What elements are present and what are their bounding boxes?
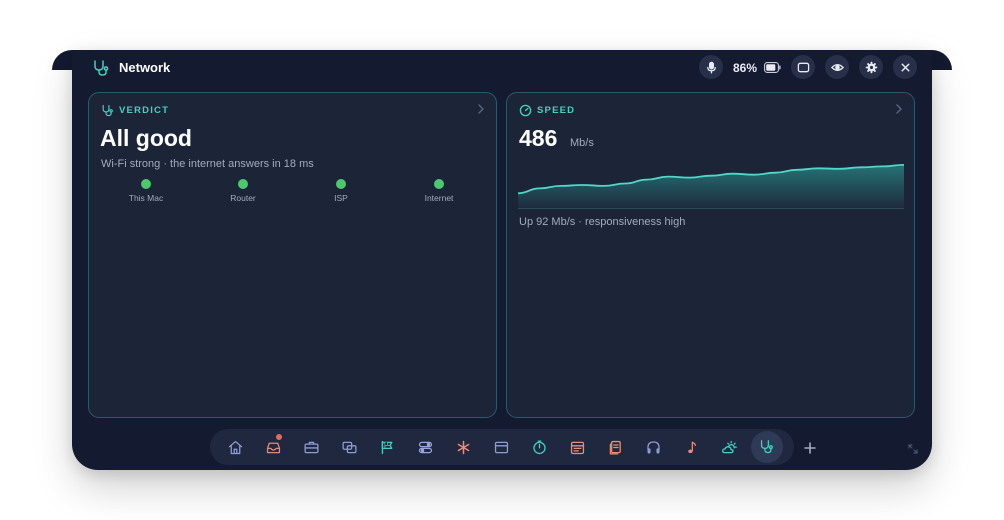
status-dot: [434, 179, 444, 189]
hop-isp: ISP: [311, 179, 371, 203]
hop-this-mac: This Mac: [116, 179, 176, 203]
plus-icon: [804, 442, 816, 454]
gear-icon: [865, 61, 877, 73]
eye-icon: [830, 63, 844, 71]
weather-icon: [721, 440, 737, 453]
notification-badge: [276, 434, 282, 440]
speed-chart: [518, 164, 904, 209]
verdict-header: VERDICT: [101, 104, 169, 117]
dock-item-stethoscope[interactable]: [751, 431, 783, 463]
hop-label: This Mac: [128, 193, 164, 203]
app-title: Network: [119, 60, 171, 75]
dock: [210, 429, 794, 465]
dock-item-weather[interactable]: [713, 431, 745, 463]
window-corner-left: [52, 50, 72, 70]
headphones-icon: [646, 440, 660, 453]
window-list-icon: [494, 441, 508, 453]
inbox-icon: [266, 442, 280, 453]
dock-item-windows[interactable]: [333, 431, 365, 463]
documents-icon: [609, 440, 621, 455]
dock-item-window-list[interactable]: [485, 431, 517, 463]
timer-icon: [532, 439, 546, 454]
settings-button[interactable]: [859, 55, 883, 79]
hop-router: Router: [213, 179, 273, 203]
network-window: Network 86% VERDICT All good Wi-Fi stron…: [72, 50, 932, 470]
dock-item-timer[interactable]: [523, 431, 555, 463]
window-icon: [797, 62, 809, 72]
dock-item-asterisk[interactable]: [447, 431, 479, 463]
stethoscope-icon: [760, 439, 773, 453]
hop-label: ISP: [334, 193, 348, 203]
stethoscope-icon: [94, 60, 109, 76]
dock-item-music-note[interactable]: [675, 431, 707, 463]
close-button[interactable]: [893, 55, 917, 79]
speed-header: SPEED: [519, 104, 575, 117]
battery-percentage: 86%: [733, 61, 758, 75]
status-dot: [238, 179, 248, 189]
briefcase-icon: [303, 441, 319, 453]
status-dot: [141, 179, 151, 189]
verdict-label: VERDICT: [119, 105, 170, 116]
windows-icon: [341, 441, 357, 453]
close-icon: [901, 63, 909, 71]
speed-unit: Mb/s: [570, 137, 594, 149]
window-corner-right: [932, 50, 952, 70]
battery-icon: [764, 62, 781, 73]
microphone-button[interactable]: [699, 55, 723, 79]
battery-fill: [766, 64, 776, 71]
dock-item-headphones[interactable]: [637, 431, 669, 463]
speed-value: 486: [519, 125, 558, 151]
resize-icon[interactable]: [908, 444, 918, 454]
chevron-right-icon[interactable]: [476, 103, 486, 115]
dock-item-flag[interactable]: [371, 431, 403, 463]
calendar-icon: [570, 441, 584, 454]
add-button[interactable]: [801, 439, 819, 457]
speedometer-icon: [519, 104, 532, 117]
dock-item-briefcase[interactable]: [295, 431, 327, 463]
verdict-card[interactable]: VERDICT All good Wi-Fi strong · the inte…: [88, 92, 497, 418]
window-mode-button[interactable]: [791, 55, 815, 79]
flag-icon: [381, 440, 392, 454]
visibility-button[interactable]: [825, 55, 849, 79]
status-dot: [336, 179, 346, 189]
toggles-icon: [418, 441, 432, 453]
dock-item-toggles[interactable]: [409, 431, 441, 463]
dock-item-inbox[interactable]: [257, 431, 289, 463]
titlebar: Network 86%: [72, 50, 932, 86]
music-note-icon: [687, 441, 696, 453]
stethoscope-icon: [102, 104, 113, 117]
speed-card[interactable]: SPEED 486 Mb/s Up 92 Mb/s · responsivene…: [506, 92, 915, 418]
hop-internet: Internet: [409, 179, 469, 203]
hop-label: Internet: [424, 193, 454, 203]
speed-subtitle: Up 92 Mb/s · responsiveness high: [519, 216, 686, 228]
verdict-subtitle: Wi-Fi strong · the internet answers in 1…: [101, 158, 314, 170]
verdict-title: All good: [100, 125, 192, 151]
speed-area: [518, 164, 904, 208]
microphone-icon: [706, 61, 716, 74]
hop-label: Router: [230, 193, 256, 203]
dock-item-calendar[interactable]: [561, 431, 593, 463]
chevron-right-icon[interactable]: [894, 103, 904, 115]
home-icon: [228, 440, 242, 454]
asterisk-icon: [457, 440, 469, 454]
dock-item-home[interactable]: [219, 431, 251, 463]
speed-label: SPEED: [537, 105, 576, 116]
dock-item-documents[interactable]: [599, 431, 631, 463]
